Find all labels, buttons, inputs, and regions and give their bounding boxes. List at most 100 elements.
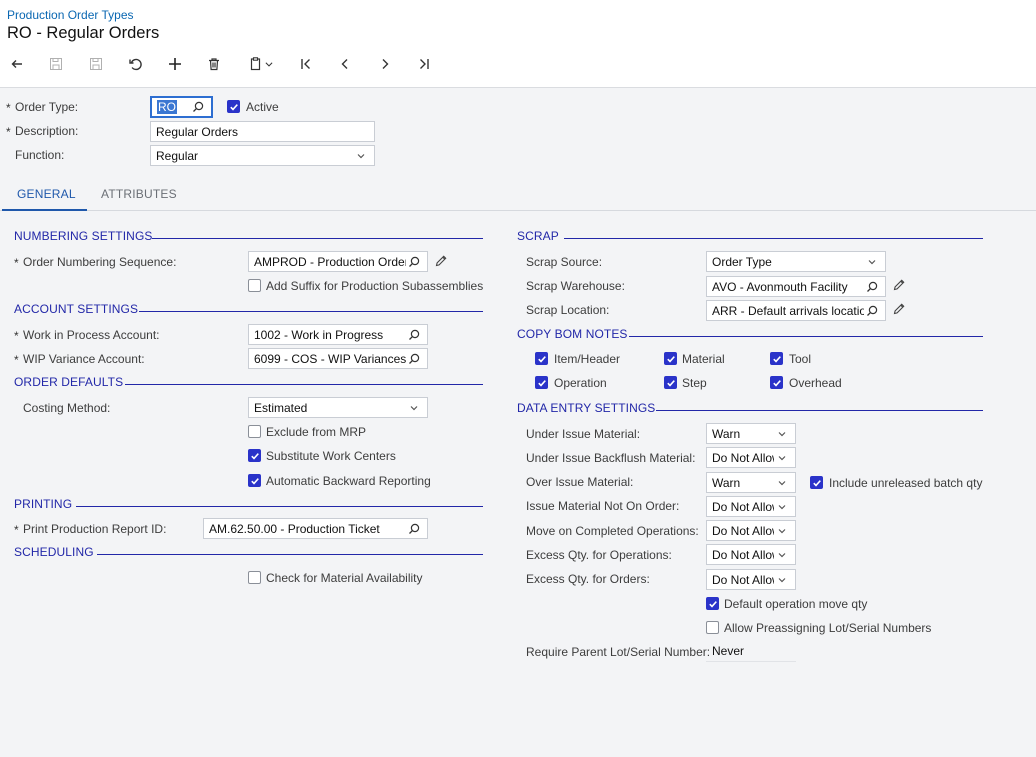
required-marker: * — [14, 256, 19, 270]
chevron-down-icon — [774, 547, 790, 563]
chevron-down-icon — [864, 254, 880, 270]
over-issue-material-value: Warn — [712, 475, 741, 490]
search-icon[interactable] — [406, 327, 422, 343]
add-suffix-checkbox[interactable] — [248, 279, 261, 292]
description-value: Regular Orders — [156, 124, 239, 139]
costing-method-select[interactable]: Estimated — [248, 397, 428, 418]
bom-overhead-checkbox[interactable] — [770, 376, 783, 389]
section-divider — [76, 506, 483, 507]
wip-account-input[interactable]: 1002 - Work in Progress — [248, 324, 428, 345]
save-icon — [90, 58, 102, 70]
section-divider — [564, 238, 983, 239]
chevron-down-icon — [406, 400, 422, 416]
tab-general[interactable]: GENERAL — [17, 187, 76, 201]
search-icon[interactable] — [190, 99, 206, 115]
undo-back-button[interactable] — [6, 54, 28, 74]
bom-step-label: Step — [682, 376, 707, 390]
search-icon[interactable] — [406, 254, 422, 270]
exclude-mrp-checkbox[interactable] — [248, 425, 261, 438]
bom-item-header-checkbox[interactable] — [535, 352, 548, 365]
section-divider — [152, 238, 483, 239]
save-close-icon — [50, 58, 62, 70]
over-issue-material-select[interactable]: Warn — [706, 472, 796, 493]
bom-step-checkbox[interactable] — [664, 376, 677, 389]
last-record-button[interactable] — [413, 54, 435, 74]
wip-account-label: Work in Process Account: — [23, 328, 160, 342]
edit-pencil-icon[interactable] — [892, 278, 906, 292]
bom-material-checkbox[interactable] — [664, 352, 677, 365]
breadcrumb[interactable]: Production Order Types — [7, 8, 134, 22]
scrap-source-label: Scrap Source: — [526, 255, 603, 269]
wip-variance-value: 6099 - COS - WIP Variances — [254, 351, 406, 366]
edit-pencil-icon[interactable] — [892, 302, 906, 316]
edit-pencil-icon[interactable] — [434, 254, 448, 268]
backward-reporting-checkbox[interactable] — [248, 474, 261, 487]
default-move-qty-checkbox[interactable] — [706, 597, 719, 610]
scrap-source-select[interactable]: Order Type — [706, 251, 886, 272]
check-material-checkbox[interactable] — [248, 571, 261, 584]
wip-variance-input[interactable]: 6099 - COS - WIP Variances — [248, 348, 428, 369]
section-divider — [629, 336, 983, 337]
description-label: Description: — [15, 124, 79, 138]
bom-operation-checkbox[interactable] — [535, 376, 548, 389]
section-scheduling: SCHEDULING — [14, 545, 94, 559]
active-checkbox[interactable] — [227, 100, 240, 113]
next-record-button[interactable] — [374, 54, 396, 74]
prev-record-button[interactable] — [334, 54, 356, 74]
scrap-warehouse-label: Scrap Warehouse: — [526, 279, 625, 293]
order-type-value: RO — [157, 100, 177, 114]
chevron-down-icon — [774, 450, 790, 466]
under-issue-material-select[interactable]: Warn — [706, 423, 796, 444]
excess-qty-orders-select[interactable]: Do Not Allow — [706, 569, 796, 590]
excess-qty-ops-value: Do Not Allow — [712, 547, 774, 562]
active-tab-indicator — [2, 209, 87, 211]
scrap-location-input[interactable]: ARR - Default arrivals location — [706, 300, 886, 321]
chevron-down-icon — [265, 62, 273, 67]
add-button[interactable] — [164, 54, 186, 74]
section-scrap: SCRAP — [517, 229, 559, 243]
active-label: Active — [246, 100, 279, 114]
preassign-lot-checkbox[interactable] — [706, 621, 719, 634]
numbering-sequence-input[interactable]: AMPROD - Production Order — [248, 251, 428, 272]
excess-qty-ops-select[interactable]: Do Not Allow — [706, 544, 796, 565]
under-issue-backflush-select[interactable]: Do Not Allow — [706, 447, 796, 468]
plus-icon — [169, 58, 181, 70]
substitute-work-centers-label: Substitute Work Centers — [266, 449, 396, 463]
delete-button[interactable] — [203, 54, 225, 74]
search-icon[interactable] — [864, 279, 880, 295]
print-report-input[interactable]: AM.62.50.00 - Production Ticket — [203, 518, 428, 539]
default-move-qty-label: Default operation move qty — [724, 597, 868, 611]
numbering-sequence-value: AMPROD - Production Order — [254, 254, 406, 269]
cancel-button[interactable] — [124, 54, 146, 74]
first-record-button[interactable] — [295, 54, 317, 74]
substitute-work-centers-checkbox[interactable] — [248, 449, 261, 462]
parent-lot-label: Require Parent Lot/Serial Number: — [526, 645, 711, 659]
clipboard-button[interactable] — [243, 54, 279, 74]
search-icon[interactable] — [864, 303, 880, 319]
search-icon[interactable] — [406, 351, 422, 367]
chevron-down-icon — [774, 523, 790, 539]
section-divider — [97, 554, 483, 555]
undo-icon — [129, 58, 142, 71]
costing-method-value: Estimated — [254, 400, 308, 415]
save-close-button[interactable] — [45, 54, 67, 74]
parent-lot-value: Never — [706, 641, 796, 662]
tab-attributes[interactable]: ATTRIBUTES — [101, 187, 177, 201]
description-input[interactable]: Regular Orders — [150, 121, 375, 142]
check-material-label: Check for Material Availability — [266, 571, 423, 585]
order-type-input[interactable]: RO — [150, 96, 213, 118]
top-bar — [0, 0, 1036, 88]
bom-tool-checkbox[interactable] — [770, 352, 783, 365]
section-data-entry-settings: DATA ENTRY SETTINGS — [517, 401, 656, 415]
tab-separator — [0, 210, 1036, 211]
move-completed-ops-select[interactable]: Do Not Allow — [706, 520, 796, 541]
wip-variance-label: WIP Variance Account: — [23, 352, 145, 366]
function-select[interactable]: Regular — [150, 145, 375, 166]
scrap-warehouse-input[interactable]: AVO - Avonmouth Facility — [706, 276, 886, 297]
issue-not-on-order-select[interactable]: Do Not Allow — [706, 496, 796, 517]
include-unreleased-checkbox[interactable] — [810, 476, 823, 489]
section-divider — [139, 311, 483, 312]
save-button[interactable] — [85, 54, 107, 74]
search-icon[interactable] — [406, 521, 422, 537]
under-issue-material-label: Under Issue Material: — [526, 427, 641, 441]
